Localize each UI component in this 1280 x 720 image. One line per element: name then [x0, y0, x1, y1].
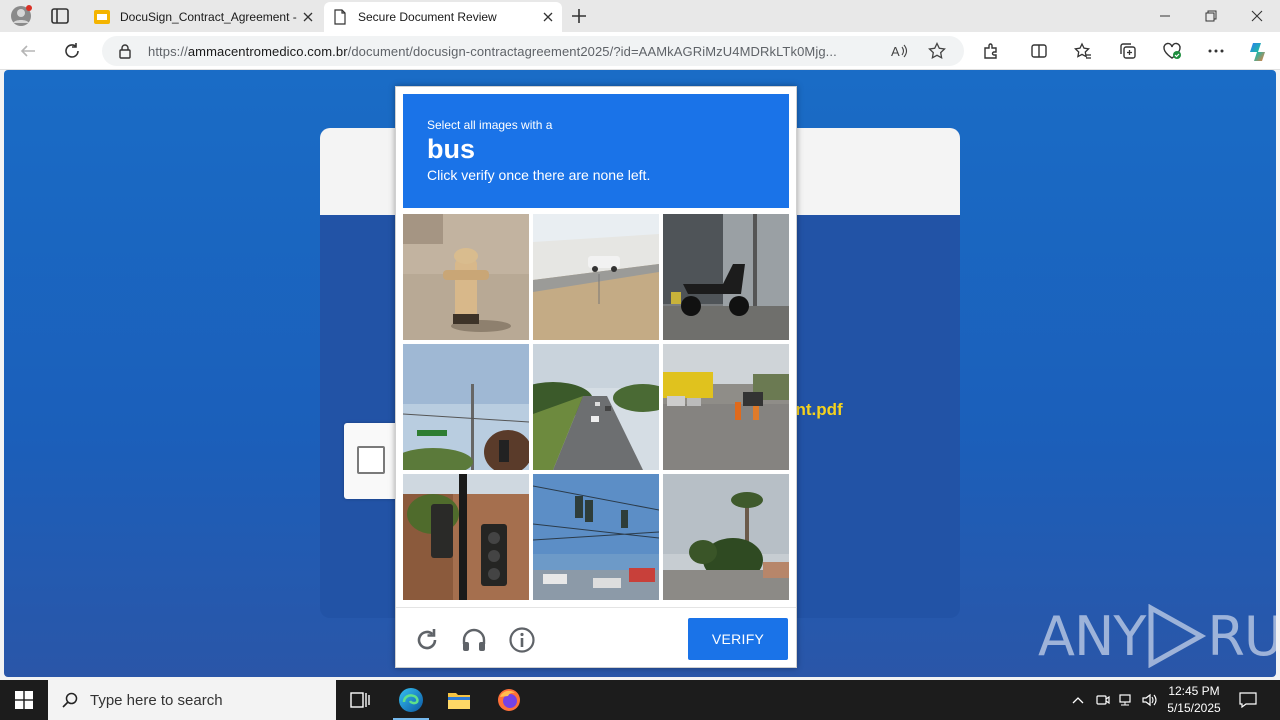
extensions-icon[interactable] — [981, 41, 1001, 61]
captcha-tile-street-construction[interactable] — [663, 344, 789, 470]
url-path: /document/docusign-contractagreement2025… — [347, 44, 837, 59]
lock-icon[interactable] — [118, 43, 132, 64]
url-text[interactable]: https://ammacentromedico.com.br/document… — [148, 44, 883, 59]
notifications-icon[interactable] — [1234, 680, 1262, 720]
page-viewport: ent.pdf Select all images with a bus Cli… — [4, 70, 1276, 677]
taskbar-search-box[interactable]: Type here to search — [48, 680, 336, 720]
windows-taskbar: Type here to search 12:45 PM 5/15/2025 — [0, 680, 1280, 720]
close-tab-icon[interactable] — [540, 9, 556, 25]
tab-title: Secure Document Review — [358, 10, 497, 24]
captcha-tile-street-sign[interactable] — [403, 344, 529, 470]
captcha-target-word: bus — [427, 134, 476, 164]
show-hidden-icons-chevron-up-icon[interactable] — [1068, 680, 1088, 720]
captcha-tile-palm-trees[interactable] — [663, 474, 789, 600]
captcha-challenge: Select all images with a bus Click verif… — [395, 86, 797, 668]
meet-now-icon[interactable] — [1094, 680, 1112, 720]
captcha-instruction: Click verify once there are none left. — [427, 167, 651, 183]
back-arrow-icon[interactable] — [18, 41, 38, 61]
tab-docusign-contract[interactable]: DocuSign_Contract_Agreement - — [86, 2, 322, 32]
captcha-tile-car-snow-road[interactable] — [533, 214, 659, 340]
firefox-icon[interactable] — [485, 680, 533, 720]
captcha-tile-traffic-lights-sky[interactable] — [533, 474, 659, 600]
captcha-checkbox[interactable] — [357, 446, 385, 474]
search-placeholder: Type here to search — [90, 691, 223, 709]
close-tab-icon[interactable] — [300, 9, 316, 25]
captcha-tile-highway[interactable] — [533, 344, 659, 470]
browser-essentials-icon[interactable] — [1162, 41, 1182, 61]
more-options-icon[interactable] — [1206, 41, 1226, 61]
read-aloud-icon[interactable]: A — [890, 42, 908, 60]
close-window-icon[interactable] — [1234, 0, 1280, 32]
favorite-star-icon[interactable] — [928, 41, 946, 60]
minimize-icon[interactable] — [1142, 0, 1188, 32]
captcha-tile-fire-hydrant[interactable] — [403, 214, 529, 340]
volume-icon[interactable] — [1140, 680, 1160, 720]
profile-avatar-icon[interactable] — [10, 5, 32, 27]
url-domain: ammacentromedico.com.br — [187, 44, 348, 59]
edge-taskbar-icon[interactable] — [387, 680, 435, 720]
svg-text:A: A — [891, 44, 900, 59]
captcha-prompt: Select all images with a — [427, 118, 553, 132]
copilot-icon[interactable] — [1246, 40, 1270, 64]
watermark-left-text: ANY — [1038, 604, 1146, 668]
play-triangle-icon — [1148, 604, 1207, 668]
url-prefix: https:// — [148, 44, 188, 59]
reload-icon[interactable] — [413, 626, 441, 654]
tab-title: DocuSign_Contract_Agreement - — [120, 10, 297, 24]
anyrun-watermark: ANY RUN — [1038, 604, 1276, 668]
info-icon[interactable] — [508, 626, 536, 654]
captcha-image-grid — [403, 214, 791, 602]
browser-tab-strip: DocuSign_Contract_Agreement - Secure Doc… — [0, 0, 1280, 32]
watermark-right-text: RUN — [1207, 604, 1276, 668]
system-clock[interactable]: 12:45 PM 5/15/2025 — [1160, 683, 1228, 717]
split-screen-icon[interactable] — [1029, 41, 1049, 61]
captcha-footer: VERIFY — [396, 607, 796, 668]
page-favicon-icon — [332, 9, 348, 25]
refresh-icon[interactable] — [62, 41, 82, 61]
captcha-tile-scooter[interactable] — [663, 214, 789, 340]
verify-button[interactable]: VERIFY — [688, 618, 788, 660]
file-explorer-icon[interactable] — [435, 680, 483, 720]
search-icon — [62, 692, 78, 708]
tab-secure-document-review[interactable]: Secure Document Review — [324, 2, 562, 32]
mail-favicon-icon — [94, 9, 110, 25]
new-tab-icon[interactable] — [570, 7, 588, 25]
browser-toolbar: https://ammacentromedico.com.br/document… — [0, 32, 1280, 70]
windows-start-icon[interactable] — [0, 680, 48, 720]
tab-actions-icon[interactable] — [50, 7, 70, 25]
task-view-icon[interactable] — [336, 680, 384, 720]
collections-icon[interactable] — [1118, 41, 1138, 61]
captcha-checkbox-panel — [344, 423, 400, 499]
captcha-header: Select all images with a bus Click verif… — [403, 94, 789, 208]
network-icon[interactable] — [1116, 680, 1136, 720]
address-bar[interactable]: https://ammacentromedico.com.br/document… — [102, 36, 964, 66]
audio-headphones-icon[interactable] — [460, 626, 488, 654]
favorites-icon[interactable] — [1073, 41, 1093, 61]
captcha-tile-traffic-light[interactable] — [403, 474, 529, 600]
restore-icon[interactable] — [1188, 0, 1234, 32]
clock-time: 12:45 PM — [1168, 684, 1220, 698]
clock-date: 5/15/2025 — [1167, 701, 1221, 715]
